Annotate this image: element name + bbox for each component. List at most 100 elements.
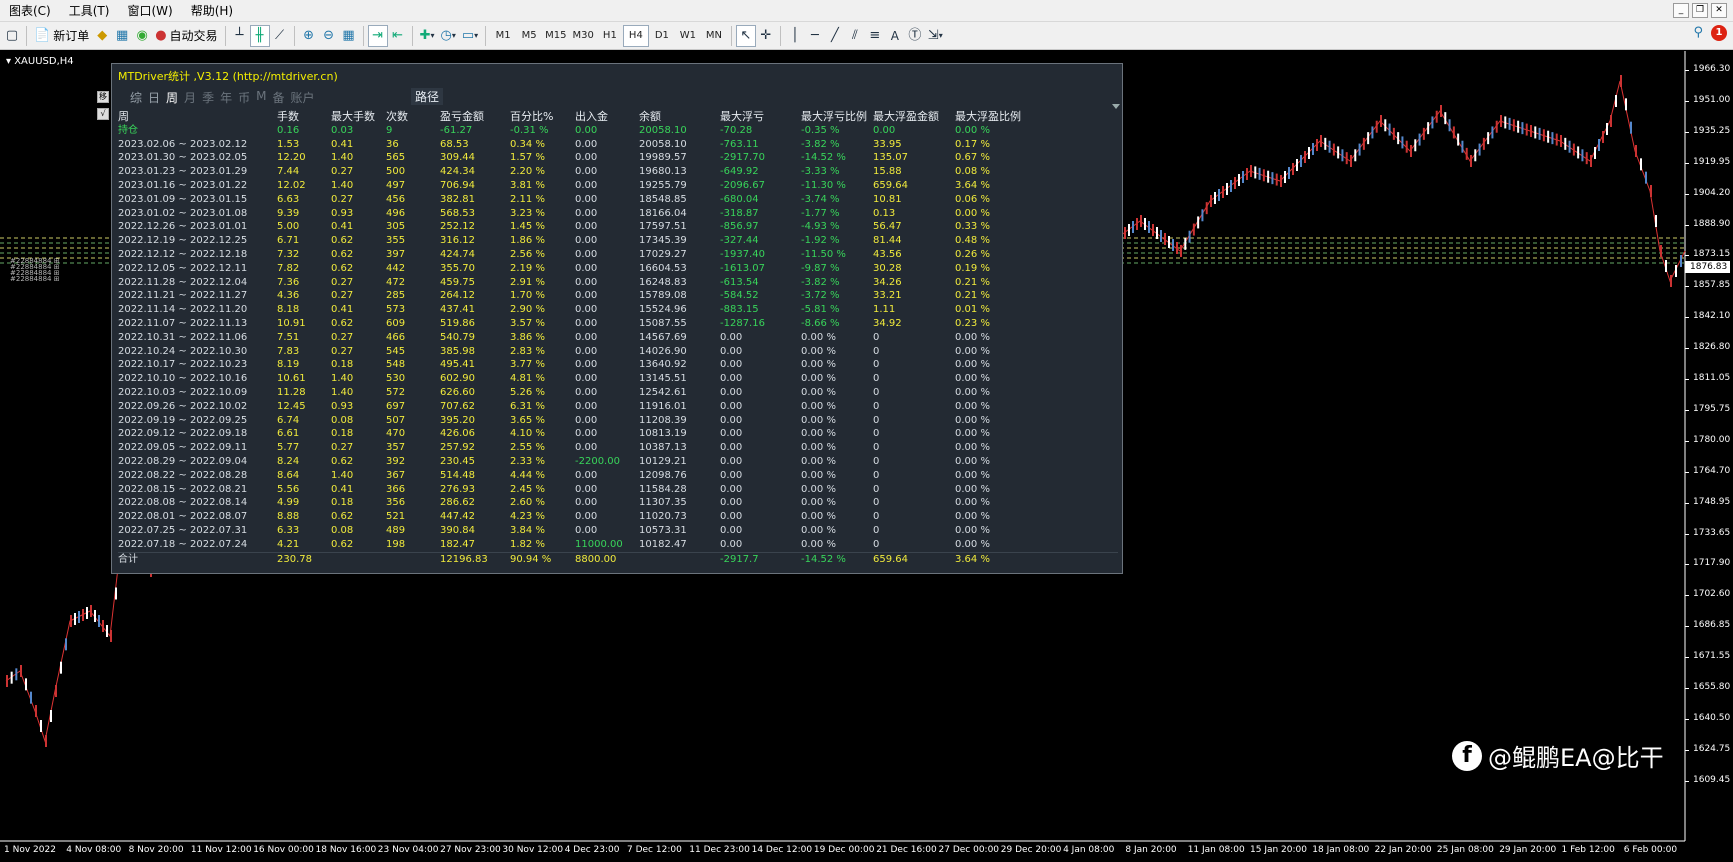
candle [1246, 168, 1248, 180]
cell: 最大浮盈比例 [955, 110, 1021, 123]
menu-window[interactable]: 窗口(W) [118, 0, 181, 22]
cell: 2022.11.28 ~ 2022.12.04 [118, 276, 248, 288]
notification-badge[interactable]: 1 [1711, 25, 1727, 41]
cell: 2022.07.25 ~ 2022.07.31 [118, 524, 248, 536]
timeframe-m5[interactable]: M5 [516, 25, 542, 47]
trendline-icon[interactable]: ╱ [825, 25, 845, 47]
cell: 0 [873, 359, 880, 371]
cursor-icon[interactable]: ↖ [735, 24, 756, 47]
cell: 548 [386, 359, 406, 371]
cell: -61.27 [440, 124, 473, 136]
move-button[interactable]: 移 [97, 91, 109, 103]
bar-chart-icon[interactable]: ┴ [230, 25, 250, 47]
tab-5[interactable]: 年 [220, 89, 232, 106]
expert-advisor-icon[interactable]: ◆ [92, 25, 112, 47]
cell: 1.45 % [510, 221, 545, 233]
cell: 356 [386, 497, 406, 509]
fibonacci-icon[interactable]: ≡ [865, 25, 885, 47]
candle [1508, 117, 1511, 130]
candle [78, 611, 80, 623]
horizontal-line-icon[interactable]: ─ [805, 25, 825, 47]
text-tool[interactable]: A [885, 25, 905, 47]
timeframe-h4[interactable]: H4 [622, 24, 649, 47]
cell: 659.64 [873, 179, 908, 191]
tab-7[interactable]: M [256, 89, 266, 106]
new-order-button[interactable]: 📄 新订单 [31, 25, 92, 47]
timeframe-h1[interactable]: H1 [597, 25, 623, 47]
restore-icon[interactable]: ❐ [1692, 3, 1708, 18]
tile-windows-icon[interactable]: ▦ [339, 25, 359, 47]
cell: 4.44 % [510, 469, 545, 481]
menu-chart[interactable]: 图表(C) [0, 0, 60, 22]
minimize-icon[interactable]: _ [1673, 3, 1689, 18]
mtdriver-stats-panel: MTDriver统计 ,V3.12 (http://mtdriver.cn) 综… [111, 63, 1123, 574]
candle [1435, 110, 1438, 123]
cell: 5.00 [277, 221, 300, 233]
candle [1615, 95, 1617, 107]
cell: 0.33 % [955, 221, 990, 233]
check-button[interactable]: √ [97, 108, 109, 120]
cell: 0.00 % [801, 331, 836, 343]
zoom-in-icon[interactable]: ⊕ [299, 25, 319, 47]
cell: 0.00 [720, 524, 743, 536]
timeframe-m1[interactable]: M1 [490, 25, 516, 47]
candle [1332, 143, 1335, 156]
tab-4[interactable]: 季 [202, 89, 214, 106]
templates-icon[interactable]: ▭ ▾ [459, 25, 481, 47]
channel-icon[interactable]: ⫽ [845, 25, 865, 47]
candle [55, 685, 57, 697]
candle [1128, 224, 1130, 236]
indicators-icon[interactable]: ✚ ▾ [417, 25, 438, 47]
menu-help[interactable]: 帮助(H) [182, 0, 242, 22]
candle [1140, 215, 1142, 227]
crosshair-icon[interactable]: ✛ [756, 25, 776, 47]
candle [1362, 137, 1365, 150]
cell: 2022.09.26 ~ 2022.10.02 [118, 400, 248, 412]
candle [1242, 171, 1244, 183]
candlestick-icon[interactable]: ╫ [249, 24, 270, 47]
tab-6[interactable]: 币 [238, 89, 250, 106]
candle [1320, 135, 1322, 147]
auto-trade-button[interactable]: ● 自动交易 [152, 25, 220, 47]
cell: 10.81 [873, 193, 902, 205]
tab-0[interactable]: 综 [130, 89, 142, 106]
cell: 424.34 [440, 166, 475, 178]
tab-9[interactable]: 账户 [290, 89, 314, 106]
tab-2[interactable]: 周 [166, 89, 178, 106]
cell: 68.53 [440, 138, 469, 150]
history-center-icon[interactable]: ▦ [112, 25, 132, 47]
timeframe-w1[interactable]: W1 [675, 25, 701, 47]
scroll-down-icon[interactable] [1112, 104, 1120, 109]
close-icon[interactable]: ✕ [1711, 3, 1727, 18]
menu-tools[interactable]: 工具(T) [60, 0, 119, 22]
cell: 355 [386, 235, 406, 247]
line-chart-icon[interactable]: ⟋ [270, 25, 290, 47]
path-button[interactable]: 路径 [411, 88, 444, 105]
vertical-line-icon[interactable]: │ [785, 25, 805, 47]
tab-3[interactable]: 月 [184, 89, 196, 106]
options-icon[interactable]: ◉ [132, 25, 152, 47]
tab-8[interactable]: 备 [272, 89, 284, 106]
arrows-icon[interactable]: ⇲ ▾ [925, 25, 946, 47]
timeframe-m15[interactable]: M15 [542, 25, 569, 47]
periods-icon[interactable]: ◷ ▾ [437, 25, 458, 47]
cell: -3.82 % [801, 138, 840, 150]
candle [1465, 147, 1468, 160]
new-chart-icon[interactable]: ▢ [2, 25, 22, 47]
search-icon[interactable]: ⚲ [1693, 26, 1703, 40]
cell: 0.00 [575, 359, 598, 371]
timeframe-d1[interactable]: D1 [649, 25, 675, 47]
zoom-out-icon[interactable]: ⊖ [319, 25, 339, 47]
chart-shift-icon[interactable]: ⇤ [388, 25, 408, 47]
table-row: 2022.09.05 ~ 2022.09.11 5.77 0.27 357 257.92… [118, 441, 1118, 455]
autoscroll-icon[interactable]: ⇥ [367, 24, 388, 47]
tab-1[interactable]: 日 [148, 89, 160, 106]
text-label-icon[interactable]: Ⓣ [905, 25, 925, 47]
timeframe-m30[interactable]: M30 [570, 25, 597, 47]
timeframe-mn[interactable]: MN [701, 25, 727, 47]
cell: 12098.76 [639, 469, 687, 481]
cell: 14026.90 [639, 345, 687, 357]
candle [1288, 167, 1290, 179]
cell: 0.00 % [801, 400, 836, 412]
cell: 手数 [277, 110, 299, 123]
